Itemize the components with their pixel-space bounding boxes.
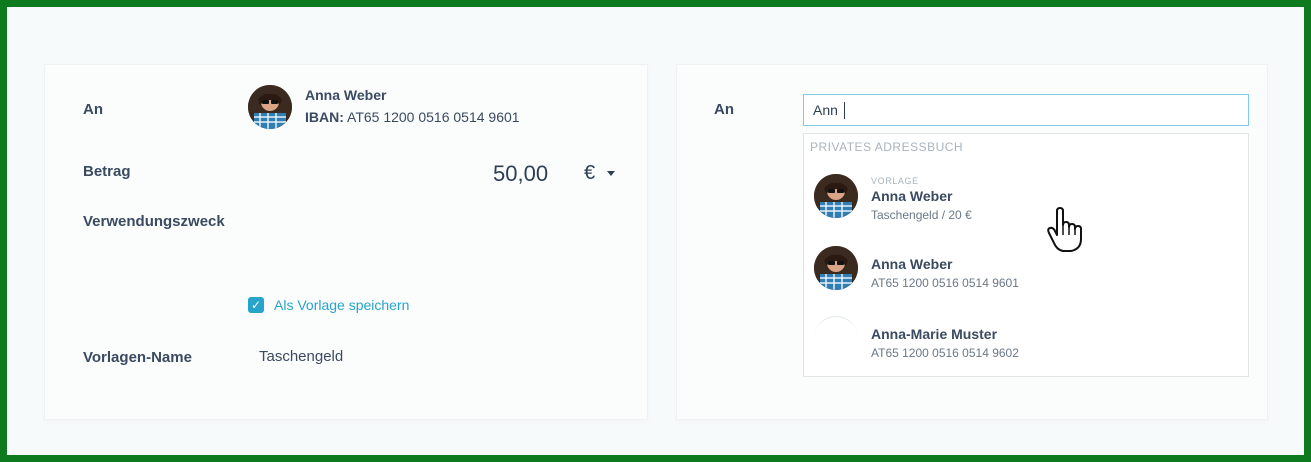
app-frame: An Anna Weber IBAN: AT65 1200 0516 0514 … <box>7 7 1304 455</box>
result-name: Anna Weber <box>871 188 953 204</box>
result-name: Anna Weber <box>871 256 953 272</box>
iban-label: IBAN: <box>305 109 344 125</box>
transfer-form-card: An Anna Weber IBAN: AT65 1200 0516 0514 … <box>45 65 647 419</box>
recipient-name: Anna Weber <box>305 87 387 103</box>
iban-value: AT65 1200 0516 0514 9601 <box>347 109 520 125</box>
result-detail: AT65 1200 0516 0514 9601 <box>871 276 1019 290</box>
result-avatar-placeholder <box>814 316 858 360</box>
result-detail: AT65 1200 0516 0514 9602 <box>871 346 1019 360</box>
search-to-label: An <box>714 101 734 118</box>
result-name: Anna-Marie Muster <box>871 326 998 342</box>
search-result-item[interactable]: Anna-Marie Muster AT65 1200 0516 0514 96… <box>804 308 1248 372</box>
template-name-label: Vorlagen-Name <box>83 349 192 366</box>
recipient-search-input[interactable] <box>803 94 1249 126</box>
recipient-search-card: An PRIVATES ADRESSBUCH VORLAGE <box>677 65 1267 419</box>
result-tag: VORLAGE <box>871 176 919 186</box>
hand-pointer-icon <box>1047 207 1082 252</box>
result-detail: Taschengeld / 20 € <box>871 208 972 222</box>
save-template-label[interactable]: Als Vorlage speichern <box>274 297 409 313</box>
save-template-checkbox[interactable]: ✓ <box>248 297 264 313</box>
amount-label: Betrag <box>83 163 131 180</box>
amount-input[interactable]: 50,00 <box>493 161 548 187</box>
caret-down-icon[interactable] <box>607 171 615 176</box>
text-cursor <box>844 102 845 119</box>
template-name-field[interactable]: Taschengeld <box>259 348 343 365</box>
currency-select[interactable]: € <box>584 162 595 185</box>
recipient-iban: IBAN: AT65 1200 0516 0514 9601 <box>305 109 520 125</box>
result-avatar <box>814 174 858 218</box>
recipient-avatar <box>248 85 292 129</box>
purpose-label: Verwendungszweck <box>83 213 225 230</box>
search-result-item[interactable]: VORLAGE Anna Weber Taschengeld / 20 € <box>804 166 1248 230</box>
result-avatar <box>814 246 858 290</box>
search-result-item[interactable]: Anna Weber AT65 1200 0516 0514 9601 <box>804 238 1248 302</box>
check-icon: ✓ <box>250 298 262 312</box>
to-label: An <box>83 101 103 118</box>
search-results-dropdown: PRIVATES ADRESSBUCH VORLAGE Anna Weber T… <box>803 133 1249 377</box>
dropdown-section-header: PRIVATES ADRESSBUCH <box>810 140 964 154</box>
